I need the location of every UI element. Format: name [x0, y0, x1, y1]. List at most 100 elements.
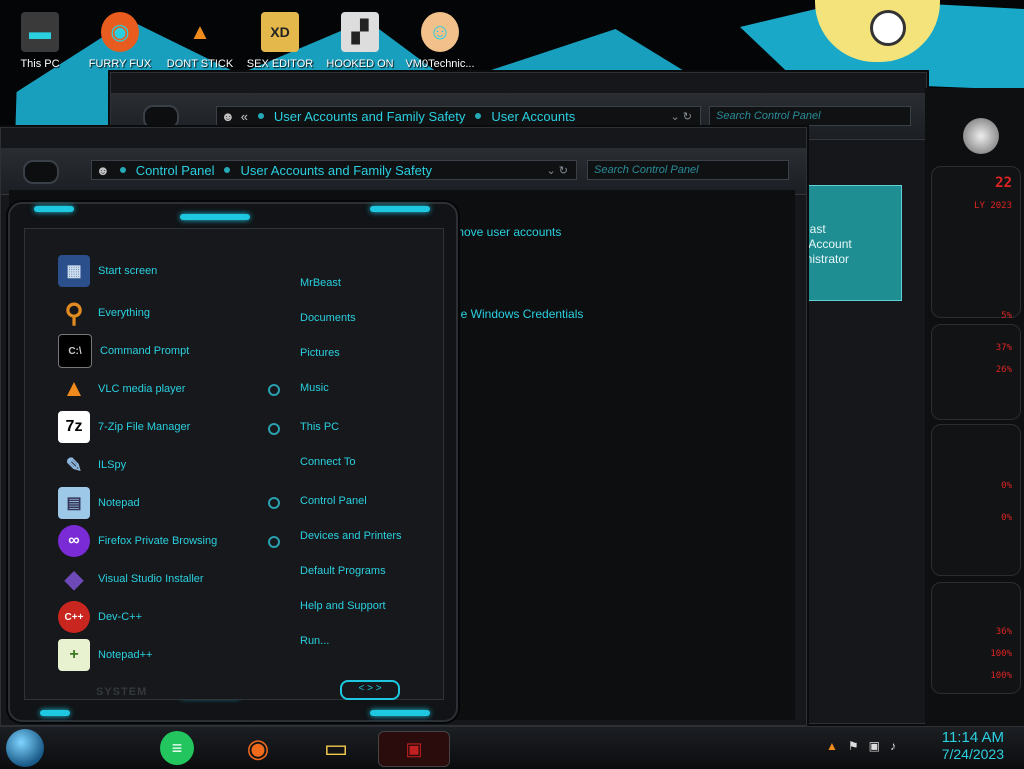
- doctor-icon: ☺: [421, 12, 459, 52]
- breadcrumb-separator: [119, 167, 126, 173]
- start-menu-pager-button[interactable]: < > >: [340, 680, 400, 700]
- program-label: 7-Zip File Manager: [98, 421, 191, 433]
- breadcrumb-separator: [224, 167, 231, 173]
- menu-glow-accent: [370, 710, 430, 716]
- place-control-panel[interactable]: Control Panel: [300, 495, 367, 507]
- gadget-readout: 5%: [1001, 311, 1012, 321]
- program-devcpp[interactable]: C++ Dev-C++: [58, 600, 142, 634]
- place-documents[interactable]: Documents: [300, 312, 356, 324]
- command-prompt-icon: C:\: [58, 334, 92, 368]
- this-pc-icon: ▬: [21, 12, 59, 52]
- start-menu[interactable]: ▦ Start screen ⚲ Everything C:\ Command Pro…: [8, 202, 458, 722]
- program-vlc[interactable]: ▲ VLC media player: [58, 372, 185, 406]
- program-visual-studio-installer[interactable]: ◆ Visual Studio Installer: [58, 562, 204, 596]
- network-icon[interactable]: ▣: [869, 739, 880, 753]
- expand-arrow-icon[interactable]: [268, 536, 280, 548]
- chevron-down-icon[interactable]: ⌄ ↻: [547, 164, 569, 177]
- program-notepad[interactable]: ▤ Notepad: [58, 486, 140, 520]
- program-command-prompt[interactable]: C:\ Command Prompt: [58, 334, 189, 368]
- task-link[interactable]: move user accounts: [454, 225, 561, 239]
- gadget-readout: 100%: [990, 649, 1012, 659]
- account-type-text: l Account: [803, 237, 852, 251]
- program-start-screen[interactable]: ▦ Start screen: [58, 254, 157, 288]
- gadget-readout: 22: [995, 175, 1012, 191]
- notification-icon[interactable]: ▲: [826, 739, 838, 753]
- breadcrumb-separator: [475, 113, 482, 119]
- breadcrumb-separator: [257, 113, 264, 119]
- expand-arrow-icon[interactable]: [268, 423, 280, 435]
- firefox-icon: ◉: [101, 12, 139, 52]
- menu-glow-accent: [370, 206, 430, 212]
- place-connect-to[interactable]: Connect To: [300, 456, 355, 468]
- start-orb-button[interactable]: [6, 729, 44, 767]
- task-link[interactable]: ge Windows Credentials: [454, 307, 583, 321]
- gadget-readout: 100%: [990, 671, 1012, 681]
- nav-back-button[interactable]: [143, 105, 179, 129]
- program-label: Command Prompt: [100, 345, 190, 357]
- program-ilspy[interactable]: ✎ ILSpy: [58, 448, 127, 482]
- devcpp-icon: C++: [58, 601, 90, 633]
- place-music[interactable]: Music: [300, 382, 329, 394]
- control-panel-icon: ☻: [96, 162, 110, 178]
- program-firefox-private[interactable]: ∞ Firefox Private Browsing: [58, 524, 217, 558]
- flag-icon[interactable]: ⚑: [848, 739, 859, 753]
- desktop-icon-furry-fux[interactable]: ◉ FURRY FUX: [80, 0, 160, 72]
- desktop-icons: ▬ This PC ◉ FURRY FUX ▲ DONT STICK XD SEX ED…: [0, 0, 480, 72]
- place-default-programs[interactable]: Default Programs: [300, 565, 386, 577]
- program-notepadpp[interactable]: + Notepad++: [58, 638, 152, 672]
- breadcrumb-item[interactable]: User Accounts and Family Safety: [240, 163, 431, 178]
- search-input[interactable]: Search Control Panel: [587, 160, 789, 180]
- address-bar[interactable]: ☻ Control Panel User Accounts and Family…: [91, 160, 577, 180]
- clock-time: 11:14 AM: [941, 729, 1004, 746]
- desktop-icon-vm0technic[interactable]: ☺ VM0Technic...: [400, 0, 480, 72]
- file-explorer-icon[interactable]: ▭: [318, 731, 354, 765]
- everything-search-icon: ⚲: [64, 297, 84, 328]
- nav-back-button[interactable]: [23, 160, 59, 184]
- gadget-readout: 26%: [995, 365, 1012, 375]
- program-label: Notepad++: [98, 649, 153, 661]
- window-toolbar: ☻ Control Panel User Accounts and Family…: [1, 148, 806, 195]
- active-window-icon[interactable]: ▣: [378, 731, 450, 767]
- menu-glow-accent: [40, 710, 70, 716]
- network-gadget: 0% 0%: [931, 424, 1021, 576]
- volume-icon[interactable]: ♪: [890, 739, 896, 753]
- expand-arrow-icon[interactable]: [268, 497, 280, 509]
- 7zip-icon: 7z: [58, 411, 90, 443]
- place-this-pc[interactable]: This PC: [300, 421, 339, 433]
- program-label: Start screen: [98, 265, 158, 277]
- program-everything[interactable]: ⚲ Everything: [58, 296, 150, 330]
- account-name-text: east: [803, 222, 826, 236]
- program-label: Everything: [98, 307, 150, 319]
- search-input[interactable]: Search Control Panel: [709, 106, 911, 126]
- desktop-icon-this-pc[interactable]: ▬ This PC: [0, 0, 80, 72]
- gadget-readout: 0%: [1001, 481, 1012, 491]
- chevron-down-icon[interactable]: ⌄ ↻: [671, 110, 693, 123]
- breadcrumb-item[interactable]: Control Panel: [136, 163, 215, 178]
- expand-arrow-icon[interactable]: [268, 384, 280, 396]
- place-help-support[interactable]: Help and Support: [300, 600, 386, 612]
- desktop-icon-dont-stick[interactable]: ▲ DONT STICK: [160, 0, 240, 72]
- notes-app-icon[interactable]: ≡: [160, 731, 194, 765]
- desktop-icon-hooked-on[interactable]: ▞ HOOKED ON: [320, 0, 400, 72]
- place-pictures[interactable]: Pictures: [300, 347, 340, 359]
- desktop-icon-editor[interactable]: XD SEX EDITOR: [240, 0, 320, 72]
- notepadpp-icon: +: [58, 639, 90, 671]
- taskbar: ≡ ◉ ▭ ▣ ▲ ⚑ ▣ ♪ 11:14 AM 7/24/2023: [0, 726, 1024, 769]
- gadget-readout: LY 2023: [974, 201, 1012, 211]
- program-label: Dev-C++: [98, 611, 143, 623]
- firefox-private-icon: ∞: [58, 525, 90, 557]
- breadcrumb-item[interactable]: User Accounts: [491, 109, 575, 124]
- clock-date: 7/24/2023: [941, 746, 1004, 762]
- place-run[interactable]: Run...: [300, 635, 329, 647]
- place-devices-printers[interactable]: Devices and Printers: [300, 530, 402, 542]
- firefox-icon[interactable]: ◉: [240, 731, 276, 765]
- breadcrumb-item[interactable]: User Accounts and Family Safety: [274, 109, 465, 124]
- history-back-icon[interactable]: «: [241, 109, 248, 124]
- program-7zip[interactable]: 7z 7-Zip File Manager: [58, 410, 190, 444]
- clock[interactable]: 11:14 AM 7/24/2023: [942, 729, 1004, 762]
- program-label: VLC media player: [98, 383, 186, 395]
- gadget-readout: 0%: [1001, 513, 1012, 523]
- sidebar-gadgets: 22 LY 2023 5% 37% 26% 0% 0% 36% 100% 100…: [925, 88, 1024, 738]
- address-bar[interactable]: ☻ « User Accounts and Family Safety User…: [216, 106, 701, 126]
- place-mrbeast[interactable]: MrBeast: [300, 277, 341, 289]
